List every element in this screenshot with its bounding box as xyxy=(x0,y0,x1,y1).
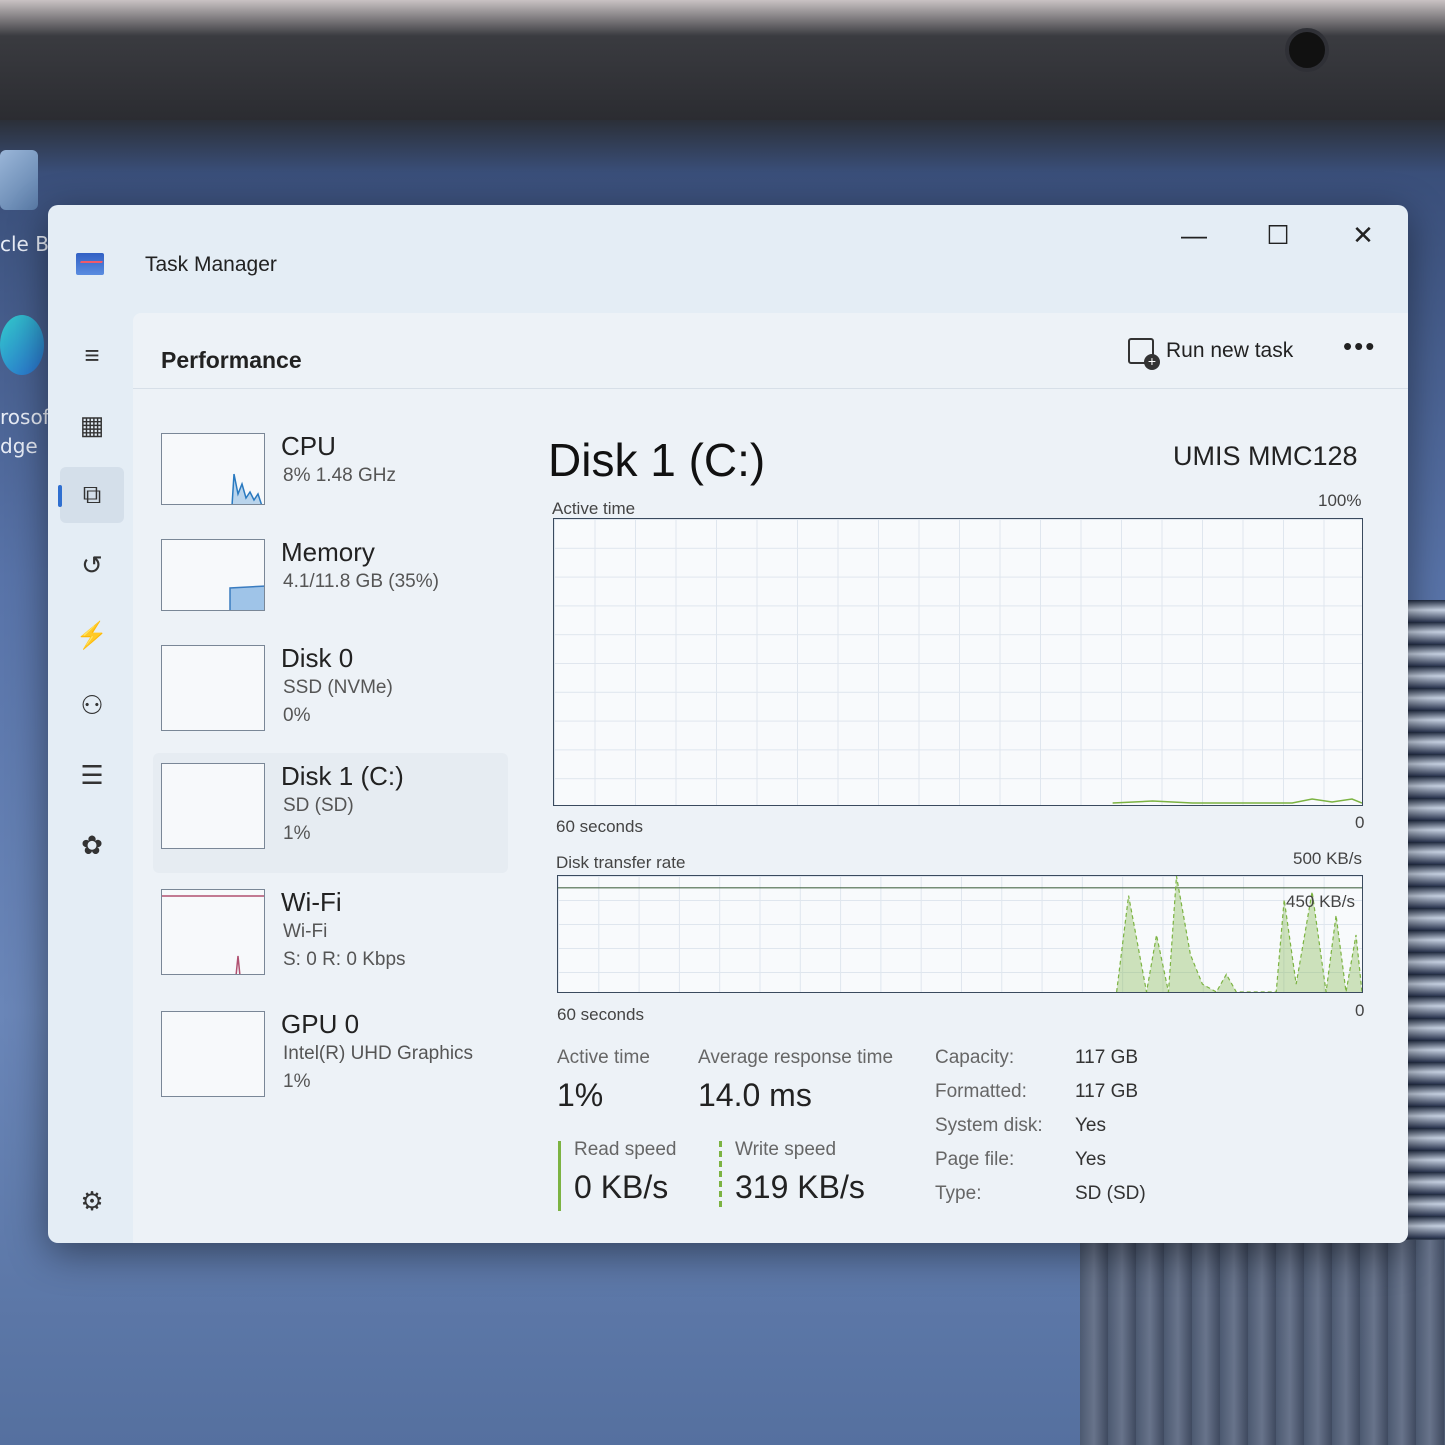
details-icon[interactable]: ☰ xyxy=(60,747,124,803)
transfer-rate-mid-label: 450 KB/s xyxy=(1286,892,1355,911)
disk-model: UMIS MMC128 xyxy=(1173,441,1358,471)
device-disk-1[interactable]: Disk 1 (C:) SD (SD) 1% xyxy=(153,753,508,873)
left-navigation: ≡ ▦ ⧉ ↺ ⚡ ⚇ ☰ ✿ ⚙ xyxy=(48,305,133,1243)
active-time-seconds-label: 60 seconds xyxy=(556,817,643,836)
prop-type-key: Type: xyxy=(935,1183,982,1204)
device-sub: Wi-Fi xyxy=(283,921,328,942)
performance-icon[interactable]: ⧉ xyxy=(58,467,124,523)
device-sub-usage: 0% xyxy=(283,705,311,726)
active-time-min-label: 0 xyxy=(1355,813,1365,832)
device-gpu-0[interactable]: GPU 0 Intel(R) UHD Graphics 1% xyxy=(153,1001,508,1119)
users-icon[interactable]: ⚇ xyxy=(60,677,124,733)
processes-icon[interactable]: ▦ xyxy=(60,397,124,453)
transfer-rate-seconds-label: 60 seconds xyxy=(557,1005,644,1024)
maximize-button[interactable]: ☐ xyxy=(1256,213,1300,257)
active-time-max-label: 100% xyxy=(1318,491,1362,510)
device-name: Memory xyxy=(281,537,375,567)
device-sub-usage: 1% xyxy=(283,823,311,844)
more-options-button[interactable]: ••• xyxy=(1343,331,1376,362)
run-new-task-icon xyxy=(1128,338,1160,370)
stat-read-speed-label: Read speed xyxy=(574,1139,677,1160)
desktop-label-edge-2: dge xyxy=(0,434,38,458)
stat-avg-response-label: Average response time xyxy=(698,1047,894,1068)
prop-page-file-value: Yes xyxy=(1075,1149,1106,1170)
performance-panel: Performance Run new task ••• CPU 8% 1.48… xyxy=(133,313,1408,1243)
memory-thumbnail-graph xyxy=(161,539,265,611)
device-sub-throughput: S: 0 R: 0 Kbps xyxy=(283,949,406,970)
gpu-thumbnail-graph xyxy=(161,1011,265,1097)
stat-write-speed-label: Write speed xyxy=(735,1139,837,1160)
stat-write-speed-value: 319 KB/s xyxy=(735,1169,865,1205)
run-new-task-label: Run new task xyxy=(1166,339,1294,362)
desktop-label-recycle: cle B xyxy=(0,232,49,256)
laptop-bezel xyxy=(0,0,1445,120)
window-title: Task Manager xyxy=(145,253,277,276)
hamburger-menu-icon[interactable]: ≡ xyxy=(60,327,124,383)
stat-avg-response-value: 14.0 ms xyxy=(698,1077,812,1113)
wallpaper-water xyxy=(1405,600,1445,1240)
device-sub: SD (SD) xyxy=(283,795,354,816)
close-button[interactable]: ✕ xyxy=(1341,213,1385,257)
device-cpu[interactable]: CPU 8% 1.48 GHz xyxy=(153,423,508,531)
device-wifi[interactable]: Wi-Fi Wi-Fi S: 0 R: 0 Kbps xyxy=(153,879,508,997)
device-name: CPU xyxy=(281,431,336,461)
wallpaper-pier xyxy=(1080,1240,1445,1445)
write-speed-indicator xyxy=(719,1141,722,1211)
transfer-rate-graph-label: Disk transfer rate xyxy=(556,853,686,872)
stat-active-time-value: 1% xyxy=(557,1077,604,1113)
webcam xyxy=(1285,28,1329,72)
prop-formatted-key: Formatted: xyxy=(935,1081,1027,1102)
transfer-rate-graph: 450 KB/s xyxy=(557,875,1363,993)
task-manager-window: Task Manager — ☐ ✕ ≡ ▦ ⧉ ↺ ⚡ ⚇ ☰ ✿ ⚙ Per… xyxy=(48,205,1408,1243)
page-title: Performance xyxy=(161,347,302,373)
stat-read-speed-value: 0 KB/s xyxy=(574,1169,669,1205)
desktop-label-edge-1: rosof xyxy=(0,405,50,429)
prop-system-disk-key: System disk: xyxy=(935,1115,1043,1136)
run-new-task-button[interactable]: Run new task xyxy=(1118,331,1303,371)
wifi-thumbnail-graph xyxy=(161,889,265,975)
cpu-thumbnail-graph xyxy=(161,433,265,505)
active-time-graph xyxy=(553,518,1363,806)
minimize-button[interactable]: — xyxy=(1172,213,1216,257)
device-sub: SSD (NVMe) xyxy=(283,677,393,698)
device-memory[interactable]: Memory 4.1/11.8 GB (35%) xyxy=(153,529,508,637)
desktop-edge-icon[interactable] xyxy=(0,315,44,375)
prop-system-disk-value: Yes xyxy=(1075,1115,1106,1136)
device-name: Disk 1 (C:) xyxy=(281,761,404,791)
header-bar: Performance Run new task ••• xyxy=(133,313,1408,389)
read-speed-indicator xyxy=(558,1141,561,1211)
device-name: GPU 0 xyxy=(281,1009,360,1039)
device-sub: 8% 1.48 GHz xyxy=(283,465,396,486)
app-history-icon[interactable]: ↺ xyxy=(60,537,124,593)
title-bar: Task Manager — ☐ ✕ xyxy=(48,205,1408,305)
task-manager-app-icon xyxy=(76,253,104,275)
prop-capacity-value: 117 GB xyxy=(1075,1047,1139,1068)
device-name: Wi-Fi xyxy=(281,887,342,917)
stat-active-time-label: Active time xyxy=(557,1047,650,1068)
transfer-rate-max-label: 500 KB/s xyxy=(1293,849,1362,868)
prop-type-value: SD (SD) xyxy=(1075,1183,1146,1204)
device-sub: Intel(R) UHD Graphics xyxy=(283,1043,474,1064)
disk0-thumbnail-graph xyxy=(161,645,265,731)
prop-formatted-value: 117 GB xyxy=(1075,1081,1139,1102)
startup-apps-icon[interactable]: ⚡ xyxy=(60,607,124,663)
prop-capacity-key: Capacity: xyxy=(935,1047,1015,1068)
transfer-rate-min-label: 0 xyxy=(1355,1001,1365,1020)
detail-title: Disk 1 (C:) xyxy=(548,434,766,486)
device-sub-usage: 1% xyxy=(283,1071,311,1092)
device-name: Disk 0 xyxy=(281,643,354,673)
active-time-graph-label: Active time xyxy=(552,499,636,518)
services-icon[interactable]: ✿ xyxy=(60,817,124,873)
desktop-recycle-bin-icon[interactable] xyxy=(0,150,38,210)
disk1-thumbnail-graph xyxy=(161,763,265,849)
device-sub: 4.1/11.8 GB (35%) xyxy=(283,571,439,592)
settings-icon[interactable]: ⚙ xyxy=(60,1173,124,1229)
prop-page-file-key: Page file: xyxy=(935,1149,1015,1170)
device-disk-0[interactable]: Disk 0 SSD (NVMe) 0% xyxy=(153,635,508,753)
